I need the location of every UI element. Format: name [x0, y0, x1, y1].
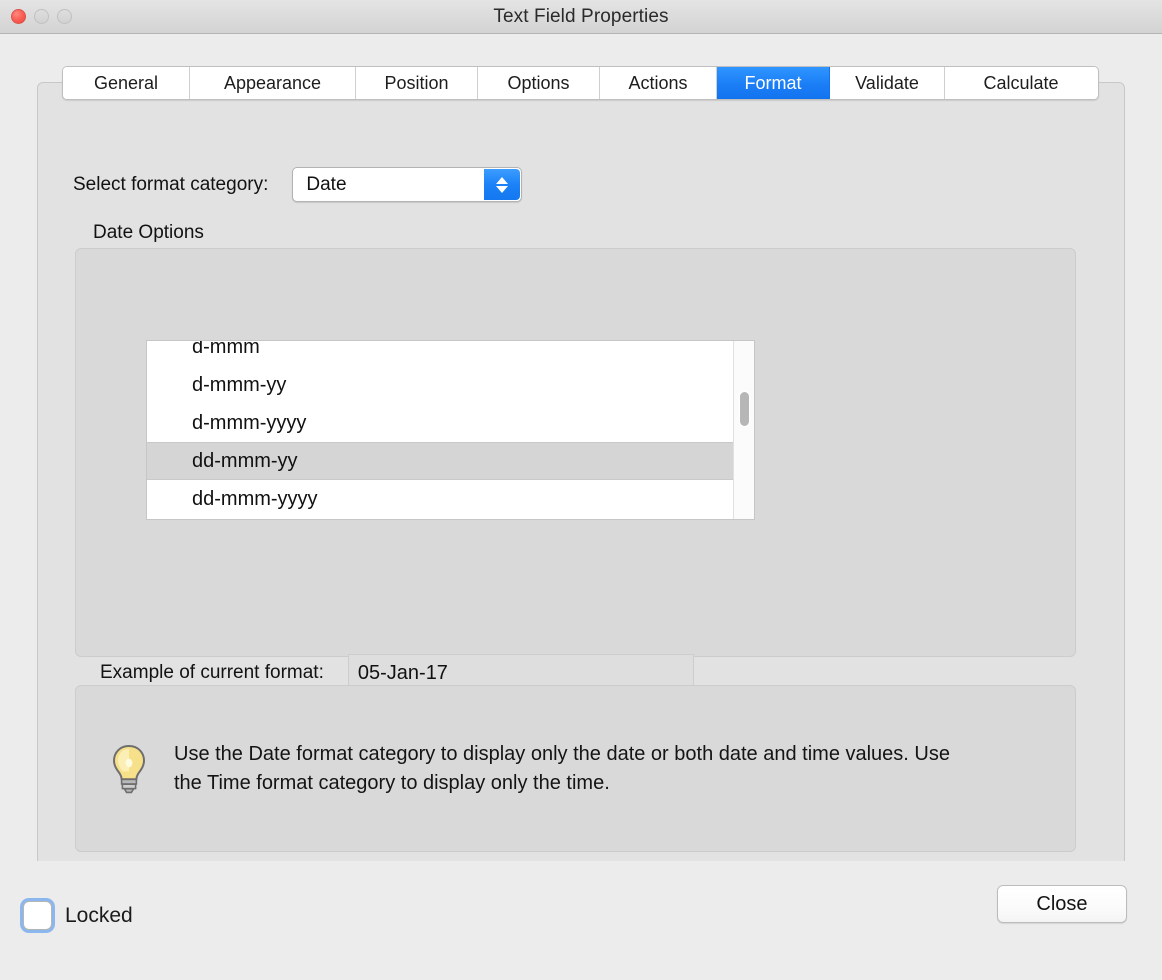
- format-category-label: Select format category:: [73, 173, 269, 195]
- list-item[interactable]: dd-mmm-yyyy: [147, 480, 733, 518]
- locked-checkbox-wrap[interactable]: Locked: [23, 901, 133, 930]
- format-category-select[interactable]: Date: [292, 167, 523, 202]
- tab-position[interactable]: Position: [356, 67, 478, 99]
- scrollbar-thumb[interactable]: [739, 391, 750, 427]
- chevron-updown-icon[interactable]: [484, 169, 521, 200]
- minimize-window-button[interactable]: [34, 9, 49, 24]
- tab-validate[interactable]: Validate: [830, 67, 945, 99]
- hint-text: Use the Date format category to display …: [174, 742, 950, 794]
- list-item[interactable]: d-mmm: [147, 341, 733, 366]
- tab-appearance[interactable]: Appearance: [190, 67, 356, 99]
- example-format-label: Example of current format:: [100, 662, 324, 683]
- listbox-scrollbar[interactable]: [733, 341, 754, 519]
- date-options-title: Date Options: [93, 222, 204, 243]
- date-format-list: d-mmm d-mmm-yy d-mmm-yyyy dd-mmm-yy dd-m…: [147, 341, 733, 519]
- format-category-value: Date: [306, 173, 347, 195]
- tab-general[interactable]: General: [63, 67, 190, 99]
- list-item[interactable]: d-mmm-yyyy: [147, 404, 733, 442]
- tab-calculate[interactable]: Calculate: [945, 67, 1097, 99]
- window-titlebar: Text Field Properties: [0, 0, 1162, 34]
- tab-actions[interactable]: Actions: [600, 67, 717, 99]
- format-category-row: Select format category: Date: [73, 167, 523, 202]
- dialog-footer: Locked Close: [0, 861, 1162, 980]
- tab-format[interactable]: Format: [717, 67, 830, 99]
- locked-checkbox[interactable]: [23, 901, 52, 930]
- hint-box: Use the Date format category to display …: [75, 685, 1076, 852]
- tab-bar: General Appearance Position Options Actions F…: [62, 66, 1099, 100]
- date-options-group: d-mmm d-mmm-yy d-mmm-yyyy dd-mmm-yy dd-m…: [75, 248, 1076, 692]
- date-format-listbox[interactable]: d-mmm d-mmm-yy d-mmm-yyyy dd-mmm-yy dd-m…: [146, 340, 755, 520]
- close-window-button[interactable]: [11, 9, 26, 24]
- maximize-window-button[interactable]: [57, 9, 72, 24]
- window-body: Select format category: Date Date Option…: [0, 34, 1162, 980]
- window-controls: [11, 0, 72, 33]
- lightbulb-icon: [110, 744, 148, 794]
- list-item[interactable]: d-mmm-yy: [147, 366, 733, 404]
- chevron-up-icon: [496, 176, 509, 184]
- chevron-down-icon: [496, 185, 509, 193]
- text-field-properties-window: Text Field Properties Select format cate…: [0, 0, 1162, 980]
- window-title: Text Field Properties: [493, 5, 669, 27]
- close-button[interactable]: Close: [997, 885, 1127, 923]
- tab-options[interactable]: Options: [478, 67, 600, 99]
- format-tab-panel: Select format category: Date Date Option…: [37, 82, 1125, 894]
- list-item-selected[interactable]: dd-mmm-yy: [147, 442, 733, 480]
- locked-label: Locked: [65, 903, 133, 927]
